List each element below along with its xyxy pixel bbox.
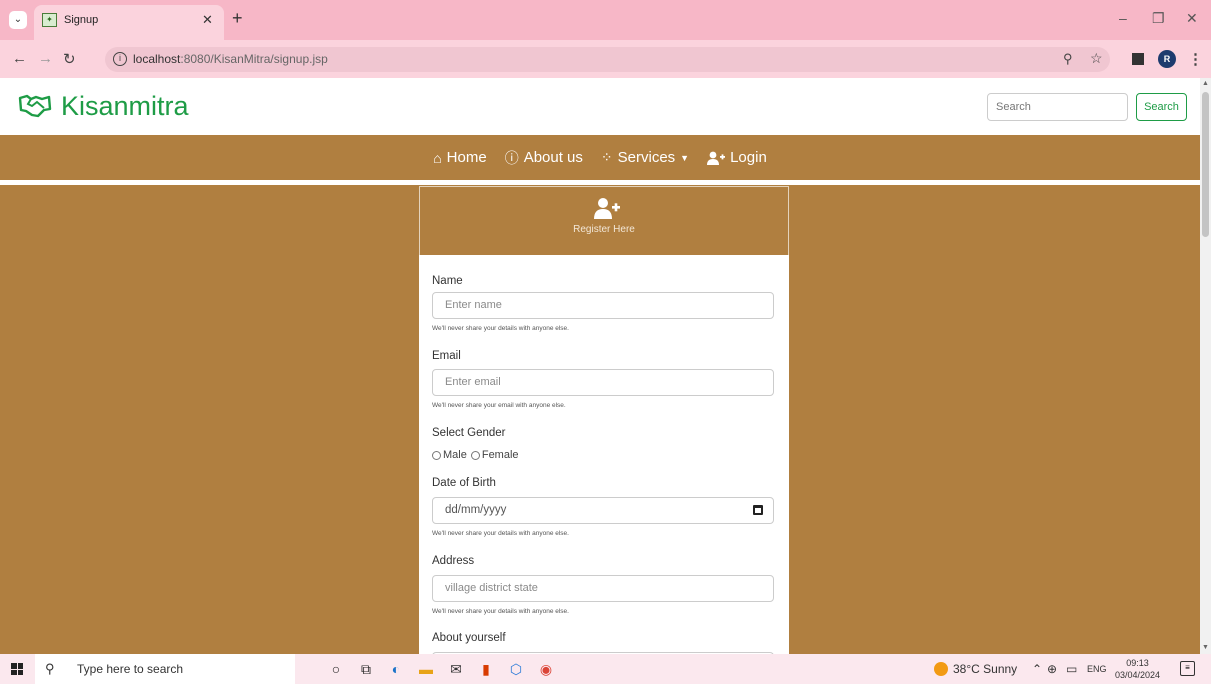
weather-sun-icon [934, 662, 948, 676]
taskbar-search-placeholder: Type here to search [77, 662, 184, 676]
calendar-icon[interactable] [753, 505, 763, 515]
brand-logo[interactable]: Kisanmitra [18, 88, 189, 124]
file-explorer-icon[interactable]: ▬ [417, 660, 435, 678]
name-help-text: We'll never share your details with anyo… [432, 325, 569, 332]
new-tab-plus-icon[interactable]: + [232, 9, 243, 27]
dob-help-text: We'll never share your details with anyo… [432, 530, 569, 537]
battery-icon[interactable]: ▭ [1066, 662, 1077, 676]
email-help-text: We'll never share your email with anyone… [432, 402, 566, 409]
nav-services-dropdown[interactable]: ⁘ Services ▼ [601, 149, 689, 166]
female-radio[interactable] [470, 450, 480, 460]
about-yourself-label: About yourself [432, 632, 506, 644]
url-host: localhost [133, 52, 181, 66]
nav-home-label: Home [446, 149, 487, 166]
network-globe-icon[interactable]: ⊕ [1047, 662, 1057, 676]
weather-text: 38°C Sunny [953, 662, 1018, 676]
language-indicator[interactable]: ENG [1087, 664, 1107, 674]
tray-chevron-up-icon[interactable]: ⌃ [1032, 662, 1042, 676]
name-label: Name [432, 275, 463, 287]
mail-icon[interactable]: ✉ [447, 660, 465, 678]
nav-about-us[interactable]: ⓘ About us [505, 148, 583, 168]
caret-down-icon: ▼ [680, 152, 690, 163]
page-scrollbar[interactable]: ▲ ▼ [1200, 78, 1211, 654]
forward-arrow-icon[interactable]: → [38, 50, 53, 67]
user-plus-icon [707, 151, 726, 165]
scroll-down-icon[interactable]: ▼ [1202, 644, 1209, 651]
email-input[interactable]: Enter email [432, 369, 774, 396]
nav-login-label: Login [730, 149, 767, 166]
taskbar-search[interactable]: ⚲ Type here to search [35, 654, 295, 684]
name-input[interactable]: Enter name [432, 292, 774, 319]
register-title: Register Here [573, 224, 635, 235]
male-radio[interactable] [432, 450, 441, 460]
chrome-icon[interactable]: ◉ [537, 660, 555, 678]
kebab-menu-icon[interactable]: ⋮ [1188, 50, 1203, 68]
spinner-icon: ⁘ [600, 149, 613, 165]
url-path: :8080/KisanMitra/signup.jsp [180, 52, 328, 66]
info-icon: ⓘ [504, 149, 519, 166]
clock-time: 09:13 [1126, 658, 1149, 668]
zoom-icon[interactable]: ⚲ [1063, 51, 1073, 67]
register-card-header: Register Here [419, 186, 789, 255]
nav-login[interactable]: Login [707, 149, 767, 166]
tab-close-icon[interactable]: ✕ [202, 12, 213, 28]
side-panel-icon[interactable] [1132, 53, 1144, 65]
bookmark-star-icon[interactable]: ☆ [1090, 50, 1103, 67]
site-header: Kisanmitra Search Search [0, 78, 1200, 135]
dob-label: Date of Birth [432, 477, 496, 489]
male-label[interactable]: Male [443, 449, 467, 461]
scroll-up-icon[interactable]: ▲ [1202, 80, 1209, 87]
cortana-icon[interactable]: ○ [327, 660, 345, 678]
gender-label: Select Gender [432, 427, 506, 439]
brand-name: Kisanmitra [61, 90, 189, 121]
dob-input[interactable]: dd/mm/yyyy [432, 497, 774, 524]
browser-tab[interactable]: ✦ Signup ✕ [34, 5, 224, 40]
window-close-icon[interactable]: ✕ [1186, 10, 1198, 27]
female-label[interactable]: Female [482, 449, 519, 461]
minimize-icon[interactable]: – [1119, 10, 1127, 26]
user-plus-icon [594, 198, 620, 219]
restore-icon[interactable]: ❐ [1152, 10, 1165, 27]
site-info-icon[interactable]: i [113, 52, 127, 66]
search-input[interactable]: Search [987, 93, 1128, 121]
office-icon[interactable]: ▮ [477, 660, 495, 678]
weather-widget[interactable]: 38°C Sunny [934, 662, 1017, 676]
windows-start-icon[interactable] [11, 663, 23, 675]
nav-about-label: About us [523, 149, 583, 166]
email-label: Email [432, 350, 461, 362]
windows-taskbar: ⚲ Type here to search ○ ⧉ ◐ ▬ ✉ ▮ ⬡ ◉ 38… [0, 654, 1211, 684]
address-input[interactable]: village district state [432, 575, 774, 602]
profile-avatar-icon[interactable]: R [1158, 50, 1176, 68]
signup-form: Name Enter name We'll never share your d… [419, 255, 789, 662]
nav-services-label: Services [617, 149, 676, 166]
tab-search-chevron-icon[interactable]: ⌄ [9, 11, 27, 29]
tab-favicon-icon: ✦ [42, 13, 57, 27]
dob-placeholder: dd/mm/yyyy [445, 504, 507, 516]
search-icon: ⚲ [45, 661, 55, 676]
scroll-thumb[interactable] [1202, 92, 1209, 237]
tab-title: Signup [64, 14, 99, 26]
app-hexagon-icon[interactable]: ⬡ [507, 660, 525, 678]
url-text[interactable]: localhost:8080/KisanMitra/signup.jsp [133, 52, 328, 66]
notification-icon[interactable]: ≡ [1180, 661, 1195, 676]
nav-divider [0, 180, 1200, 185]
task-view-icon[interactable]: ⧉ [357, 660, 375, 678]
gender-radio-group: Male Female [432, 449, 519, 461]
address-label: Address [432, 555, 475, 567]
edge-icon[interactable]: ◐ [387, 660, 405, 678]
handshake-icon [18, 94, 52, 118]
address-help-text: We'll never share your details with anyo… [432, 608, 569, 615]
search-button[interactable]: Search [1136, 93, 1187, 121]
home-icon: ⌂ [433, 149, 442, 166]
address-bar[interactable]: i localhost:8080/KisanMitra/signup.jsp ⚲… [105, 47, 1110, 72]
browser-tab-bar: ⌄ ✦ Signup ✕ + – ❐ ✕ [0, 0, 1211, 40]
taskbar-clock[interactable]: 09:13 03/04/2024 [1115, 657, 1160, 681]
nav-home[interactable]: ⌂ Home [433, 149, 486, 166]
clock-date: 03/04/2024 [1115, 670, 1161, 680]
main-navbar: ⌂ Home ⓘ About us ⁘ Services ▼ Login [0, 135, 1200, 180]
back-arrow-icon[interactable]: ← [12, 50, 27, 67]
browser-toolbar: ← → ↻ i localhost:8080/KisanMitra/signup… [0, 40, 1211, 78]
reload-icon[interactable]: ↻ [63, 50, 76, 68]
